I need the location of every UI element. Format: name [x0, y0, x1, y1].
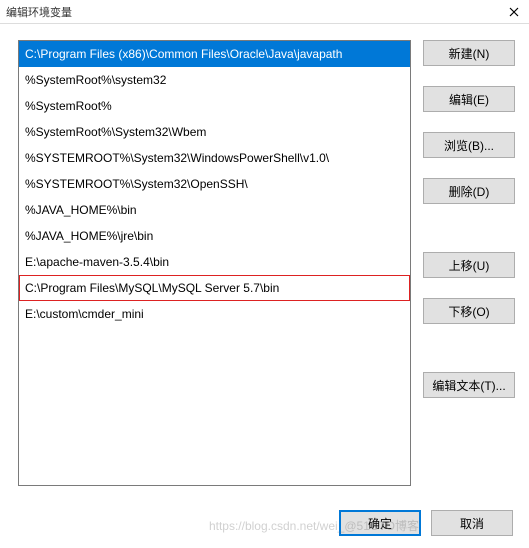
list-item[interactable]: E:\custom\cmder_mini [19, 301, 410, 327]
delete-button[interactable]: 删除(D) [423, 178, 515, 204]
dialog-content: C:\Program Files (x86)\Common Files\Orac… [0, 24, 529, 494]
list-item[interactable]: %SystemRoot%\System32\Wbem [19, 119, 410, 145]
titlebar: 编辑环境变量 [0, 0, 529, 24]
list-item[interactable]: %SystemRoot%\system32 [19, 67, 410, 93]
list-item[interactable]: %JAVA_HOME%\bin [19, 197, 410, 223]
cancel-button[interactable]: 取消 [431, 510, 513, 536]
close-button[interactable] [505, 3, 523, 21]
list-item[interactable]: %SYSTEMROOT%\System32\WindowsPowerShell\… [19, 145, 410, 171]
close-icon [509, 7, 519, 17]
list-item[interactable]: C:\Program Files\MySQL\MySQL Server 5.7\… [19, 275, 410, 301]
path-listbox[interactable]: C:\Program Files (x86)\Common Files\Orac… [18, 40, 411, 486]
new-button[interactable]: 新建(N) [423, 40, 515, 66]
window-title: 编辑环境变量 [6, 4, 72, 20]
edit-button[interactable]: 编辑(E) [423, 86, 515, 112]
bottom-button-bar: 确定 取消 [339, 510, 513, 536]
list-item[interactable]: C:\Program Files (x86)\Common Files\Orac… [19, 41, 410, 67]
list-item[interactable]: %SystemRoot% [19, 93, 410, 119]
list-item[interactable]: %SYSTEMROOT%\System32\OpenSSH\ [19, 171, 410, 197]
movedown-button[interactable]: 下移(O) [423, 298, 515, 324]
list-item[interactable]: %JAVA_HOME%\jre\bin [19, 223, 410, 249]
list-item[interactable]: E:\apache-maven-3.5.4\bin [19, 249, 410, 275]
moveup-button[interactable]: 上移(U) [423, 252, 515, 278]
browse-button[interactable]: 浏览(B)... [423, 132, 515, 158]
ok-button[interactable]: 确定 [339, 510, 421, 536]
button-column: 新建(N) 编辑(E) 浏览(B)... 删除(D) 上移(U) 下移(O) 编… [423, 40, 515, 486]
edittext-button[interactable]: 编辑文本(T)... [423, 372, 515, 398]
